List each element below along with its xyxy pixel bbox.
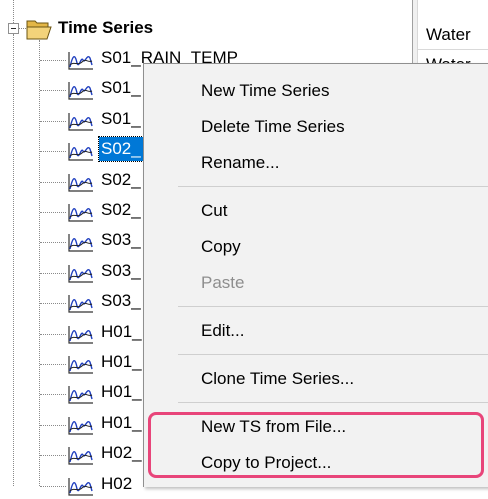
tree-connector <box>40 455 66 457</box>
time-series-icon <box>68 264 93 283</box>
menu-item-copy[interactable]: Copy <box>144 229 488 265</box>
time-series-icon <box>68 325 93 344</box>
menu-item-label: Paste <box>201 273 245 292</box>
tree-item-label: H02 <box>101 473 133 493</box>
menu-separator <box>178 354 488 355</box>
menu-item-rename[interactable]: Rename... <box>144 145 488 181</box>
tree-connector <box>40 60 66 61</box>
time-series-icon <box>68 52 93 70</box>
details-cell: Water <box>418 20 488 50</box>
menu-separator <box>178 402 488 403</box>
time-series-icon <box>68 234 93 252</box>
tree-connector <box>19 28 26 29</box>
collapse-toggle[interactable] <box>8 23 19 34</box>
menu-item-cut[interactable]: Cut <box>144 193 488 229</box>
tree-connector <box>40 151 66 153</box>
time-series-icon <box>68 447 93 465</box>
menu-item-edit[interactable]: Edit... <box>144 313 488 349</box>
folder-open-icon <box>26 20 52 40</box>
menu-item-clone-time-series[interactable]: Clone Time Series... <box>144 361 488 397</box>
menu-item-paste[interactable]: Paste <box>144 265 488 301</box>
time-series-icon <box>68 295 93 313</box>
menu-separator <box>178 306 488 307</box>
time-series-icon <box>68 143 93 161</box>
tree-item-label: H01_ <box>101 352 142 371</box>
tree-item-label: S03_ <box>101 291 141 311</box>
time-series-icon <box>68 112 93 131</box>
annotation-highlight-box <box>148 412 484 478</box>
tree-connector <box>40 424 66 426</box>
tree-connector <box>40 181 66 183</box>
tree-connector <box>40 364 66 365</box>
menu-item-label: Edit... <box>201 321 245 340</box>
tree-item-label: S03_ <box>101 230 141 250</box>
details-cell: Water <box>418 50 488 64</box>
time-series-icon <box>68 204 93 222</box>
tree-connector <box>39 40 40 486</box>
tree-connector <box>40 394 66 396</box>
menu-item-label: Cut <box>201 201 228 220</box>
tree-connector <box>40 120 66 122</box>
tree-root-label[interactable]: Time Series <box>58 16 153 40</box>
time-series-icon <box>68 82 93 100</box>
tree-item-label: S02_ <box>101 169 141 189</box>
menu-item-delete-time-series[interactable]: Delete Time Series <box>144 109 488 145</box>
tree-connector <box>40 212 66 213</box>
tree-item-label: H02_ <box>101 443 142 463</box>
tree-connector <box>40 90 66 92</box>
tree-item-label: S01_ <box>101 108 141 128</box>
tree-item-label: H01_ <box>101 321 142 341</box>
menu-item-label: Copy <box>201 237 241 256</box>
tree-item-label: H01_ <box>101 382 142 402</box>
menu-item-new-time-series[interactable]: New Time Series <box>144 73 488 109</box>
tree-connector <box>13 34 14 486</box>
menu-item-label: Clone Time Series... <box>201 369 355 388</box>
tree-item-label: S02_ <box>101 200 141 219</box>
tree-item-label: H01_ <box>101 412 142 432</box>
tree-item-label: S01_ <box>101 78 141 98</box>
menu-separator <box>178 186 488 187</box>
tree-connector <box>40 242 66 244</box>
time-series-icon <box>68 356 93 374</box>
time-series-icon <box>68 416 93 435</box>
tree-item-label: S02_ <box>98 136 144 163</box>
tree-connector <box>40 303 66 305</box>
menu-item-label: Rename... <box>201 153 280 172</box>
tree-connector <box>40 333 66 335</box>
tree-connector <box>13 0 14 23</box>
time-series-icon <box>68 386 93 404</box>
menu-item-label: New Time Series <box>201 81 330 100</box>
menu-item-label: Delete Time Series <box>201 117 345 136</box>
time-series-icon <box>68 173 93 192</box>
tree-item-label: S03_ <box>101 260 141 280</box>
tree-connector <box>40 272 66 274</box>
